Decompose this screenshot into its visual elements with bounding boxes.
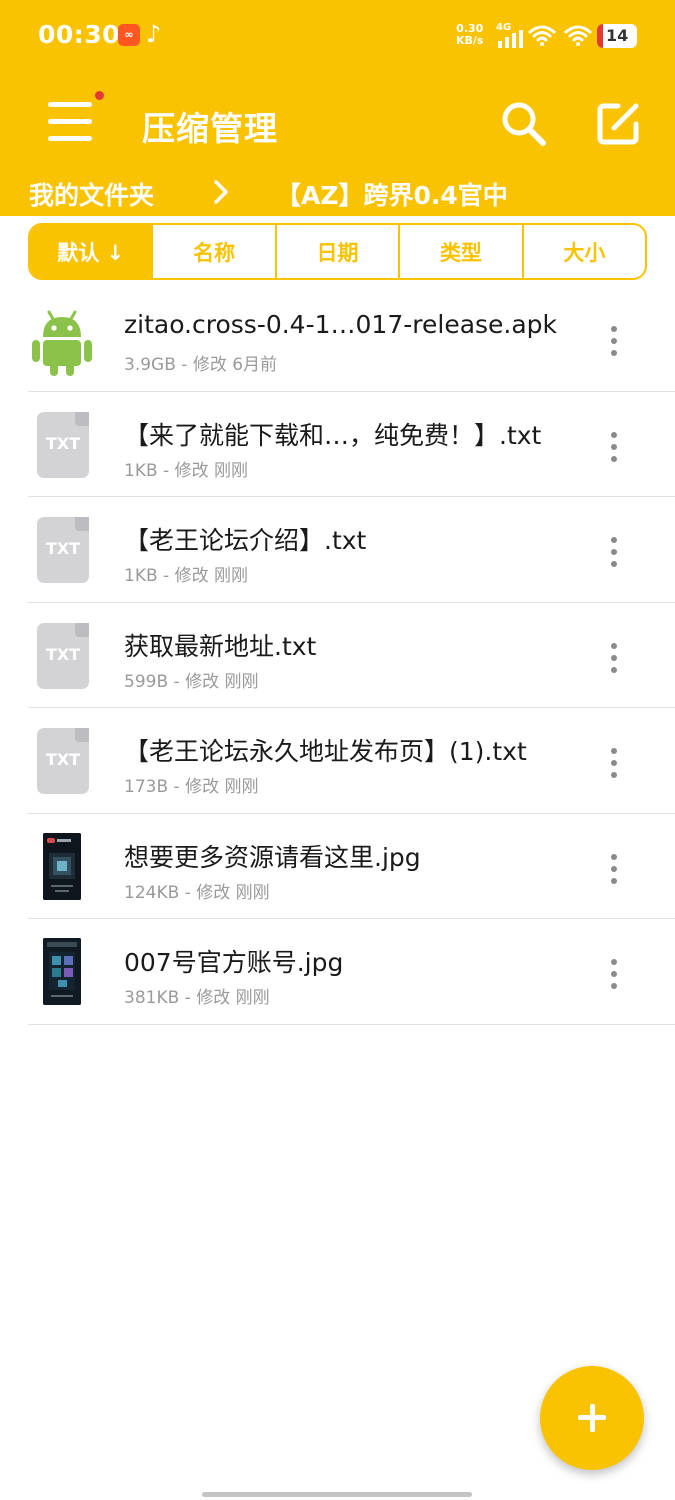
file-name: 007号官方账号.jpg: [124, 948, 344, 977]
breadcrumb: 我的文件夹 【AZ】跨界0.4官中: [0, 172, 675, 216]
sort-tab-default[interactable]: 默认 ↓: [30, 225, 152, 278]
file-meta-separator: -: [168, 671, 186, 692]
more-options-icon[interactable]: [600, 324, 628, 358]
file-meta: 173B - 修改 刚刚: [124, 772, 258, 797]
txt-file-icon: TXT: [37, 622, 89, 689]
file-row[interactable]: TXT 获取最新地址.txt 599B - 修改 刚刚: [0, 603, 675, 708]
more-options-icon[interactable]: [600, 746, 628, 780]
more-options-icon[interactable]: [600, 641, 628, 675]
more-options-icon[interactable]: [600, 957, 628, 991]
file-modified: 修改 6月前: [192, 355, 278, 375]
file-row[interactable]: zitao.cross-0.4-1…017-release.apk 3.9GB …: [0, 286, 675, 392]
image-thumbnail: [43, 938, 81, 1005]
home-indicator[interactable]: [202, 1492, 472, 1497]
file-row[interactable]: TXT 【来了就能下载和…，纯免费！】.txt 1KB - 修改 刚刚: [0, 392, 675, 497]
file-size: 3.9GB: [124, 355, 176, 375]
sort-tab-type[interactable]: 类型: [398, 225, 521, 278]
file-meta: 381KB - 修改 刚刚: [124, 983, 270, 1008]
file-meta-separator: -: [179, 988, 197, 1008]
file-icon-label: TXT: [45, 750, 81, 769]
file-size: 599B: [124, 671, 169, 692]
txt-file-icon: TXT: [37, 517, 89, 583]
page-title: 压缩管理: [142, 109, 278, 148]
file-name: 获取最新地址.txt: [124, 631, 317, 661]
status-time: 00:30: [38, 20, 121, 49]
file-modified: 修改 刚刚: [196, 988, 270, 1008]
file-modified: 修改 刚刚: [185, 777, 259, 797]
file-row[interactable]: TXT 【老王论坛永久地址发布页】(1).txt 173B - 修改 刚刚: [0, 708, 675, 814]
image-thumbnail: [43, 832, 81, 900]
file-meta: 124KB - 修改 刚刚: [124, 878, 270, 903]
app-header: 00:30 ∞ ♪ 0.30 KB/s 4G 14 压缩管理 我的文件夹 【AZ…: [0, 0, 675, 216]
file-name: zitao.cross-0.4-1…017-release.apk: [124, 310, 558, 339]
signal-icon: [498, 30, 523, 48]
file-size: 173B: [124, 777, 169, 797]
txt-file-icon: TXT: [37, 411, 89, 478]
wifi-icon-secondary: [564, 25, 592, 46]
network-speed: 0.30 KB/s: [456, 23, 483, 47]
breadcrumb-current[interactable]: 【AZ】跨界0.4官中: [276, 176, 508, 212]
file-modified: 修改 刚刚: [174, 566, 248, 586]
file-size: 381KB: [124, 988, 180, 1008]
file-name: 【来了就能下载和…，纯免费！】.txt: [124, 420, 542, 450]
menu-button[interactable]: [46, 91, 104, 146]
wifi-icon: [528, 25, 556, 46]
sort-tab-size[interactable]: 大小: [521, 225, 645, 278]
more-options-icon[interactable]: [600, 852, 628, 886]
sort-tab-name[interactable]: 名称: [151, 225, 274, 278]
file-meta: 1KB - 修改 刚刚: [124, 561, 248, 586]
status-bar: 00:30 ∞ ♪ 0.30 KB/s 4G 14: [0, 0, 675, 72]
notification-dot: [95, 91, 104, 100]
file-meta-separator: -: [168, 777, 186, 797]
file-name: 想要更多资源请看这里.jpg: [124, 842, 421, 872]
battery-icon: 14: [597, 24, 637, 48]
file-icon-label: TXT: [45, 539, 81, 558]
add-button[interactable]: [540, 1366, 644, 1470]
breadcrumb-root[interactable]: 我的文件夹: [29, 176, 154, 212]
divider: [28, 1023, 675, 1025]
battery-level: 14: [606, 26, 629, 45]
file-icon-label: TXT: [45, 433, 81, 453]
file-name: 【老王论坛介绍】.txt: [124, 526, 367, 555]
file-list: zitao.cross-0.4-1…017-release.apk 3.9GB …: [0, 286, 675, 1025]
chevron-right-icon: [214, 180, 228, 204]
file-size: 1KB: [124, 460, 158, 481]
file-size: 1KB: [124, 566, 158, 586]
file-modified: 修改 刚刚: [185, 671, 259, 692]
sort-tabs: 默认 ↓ 名称 日期 类型 大小: [28, 223, 647, 280]
more-options-icon[interactable]: [600, 430, 628, 464]
file-row[interactable]: 想要更多资源请看这里.jpg 124KB - 修改 刚刚: [0, 814, 675, 919]
sort-tab-date[interactable]: 日期: [274, 225, 398, 278]
txt-file-icon: TXT: [37, 728, 89, 794]
edit-icon[interactable]: [594, 98, 644, 148]
network-speed-unit: KB/s: [456, 34, 484, 47]
file-name: 【老王论坛永久地址发布页】(1).txt: [124, 737, 527, 766]
file-meta-separator: -: [157, 460, 175, 481]
file-row[interactable]: TXT 【老王论坛介绍】.txt 1KB - 修改 刚刚: [0, 497, 675, 603]
notification-app-icon: ∞: [118, 24, 140, 46]
more-options-icon[interactable]: [600, 535, 628, 569]
search-icon[interactable]: [498, 98, 550, 150]
file-meta: 1KB - 修改 刚刚: [124, 456, 248, 481]
file-meta-separator: -: [157, 566, 175, 586]
file-row[interactable]: 007号官方账号.jpg 381KB - 修改 刚刚: [0, 919, 675, 1025]
file-modified: 修改 刚刚: [174, 460, 248, 481]
file-size: 124KB: [124, 882, 180, 903]
android-icon: [32, 310, 92, 376]
tiktok-icon: ♪: [146, 20, 162, 48]
file-meta: 3.9GB - 修改 6月前: [124, 350, 277, 375]
file-icon-label: TXT: [45, 644, 81, 664]
file-modified: 修改 刚刚: [196, 882, 270, 903]
file-meta: 599B - 修改 刚刚: [124, 667, 258, 692]
file-meta-separator: -: [179, 882, 197, 903]
file-meta-separator: -: [175, 355, 193, 375]
